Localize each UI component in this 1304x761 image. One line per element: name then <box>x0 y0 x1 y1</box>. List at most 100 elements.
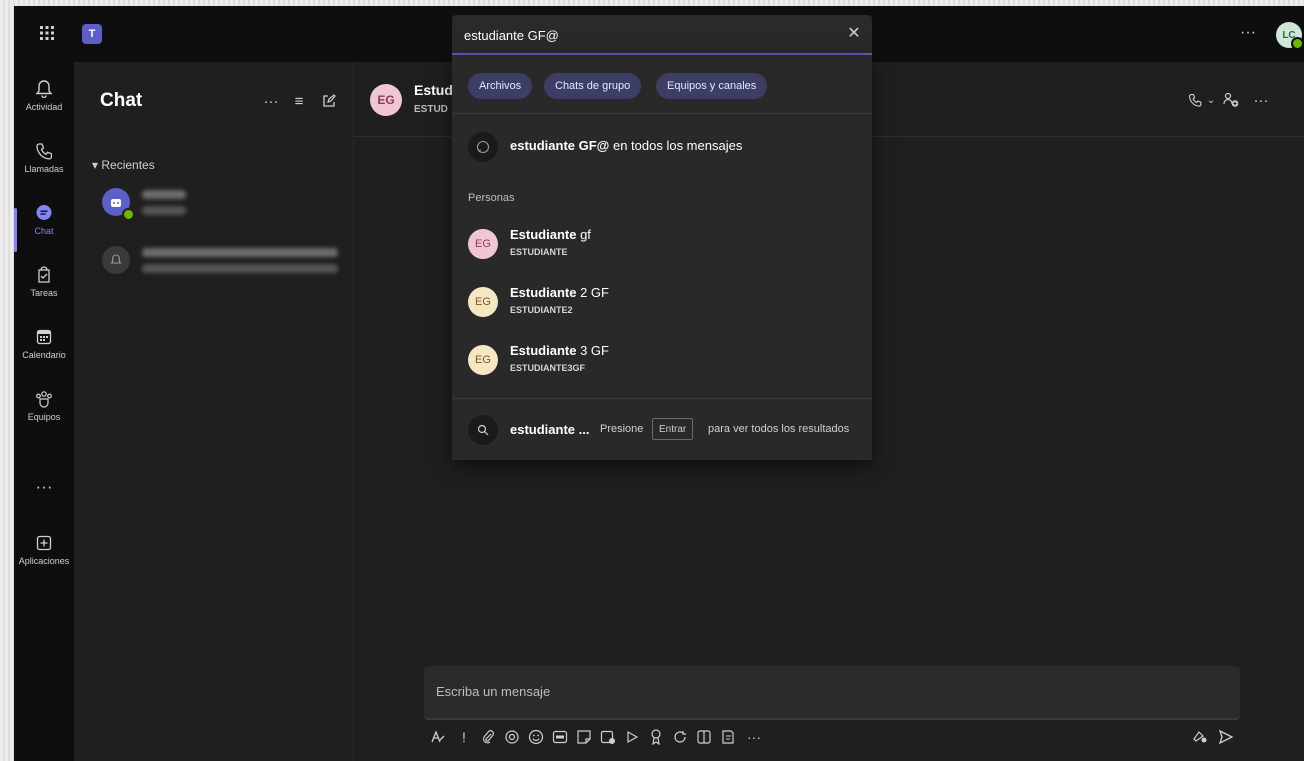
format-icon[interactable] <box>428 726 448 748</box>
filter-chip-chats-de-grupo[interactable]: Chats de grupo <box>544 73 642 99</box>
rail-label: Tareas <box>30 288 58 298</box>
person-login: ESTUDIANTE3GF <box>510 363 586 373</box>
redacted-name <box>142 190 186 199</box>
chip-label: Equipos y canales <box>667 80 757 92</box>
app-rail: Actividad Llamadas Chat Tareas Calendari… <box>14 62 74 761</box>
filter-icon[interactable]: ≡ <box>288 90 310 112</box>
search-filter-row: Archivos Chats de grupo Equipos y canale… <box>452 55 872 114</box>
filter-chip-equipos-y-canales[interactable]: Equipos y canales <box>656 73 768 99</box>
rail-label: Llamadas <box>24 164 64 174</box>
name-bold: Estudiante <box>510 343 577 358</box>
close-icon[interactable]: ✕ <box>844 23 864 43</box>
search-in-messages-row[interactable]: estudiante GF@ en todos los mensajes <box>452 125 872 169</box>
rail-item-aplicaciones[interactable]: Aplicaciones <box>14 532 74 592</box>
presence-available-icon <box>1291 37 1304 50</box>
see-all-results-row[interactable]: estudiante ... Presione Entrar para ver … <box>452 398 872 461</box>
rail-item-tareas[interactable]: Tareas <box>14 264 74 324</box>
rail-label: Aplicaciones <box>18 556 70 566</box>
add-people-icon[interactable] <box>1220 90 1242 110</box>
conversation-avatar[interactable]: EG <box>370 84 402 116</box>
chat-list-item[interactable] <box>92 240 342 284</box>
praise-icon[interactable] <box>646 726 666 748</box>
bell-icon <box>34 78 54 100</box>
person-result[interactable]: EG Estudiante 3 GF ESTUDIANTE3GF <box>452 335 872 387</box>
see-all-results-text: para ver todos los resultados <box>708 423 850 435</box>
search-box: ✕ <box>452 15 872 55</box>
redacted-preview <box>142 264 338 273</box>
rail-item-more-apps[interactable]: ··· <box>14 476 74 500</box>
press-label: Presione <box>600 423 644 435</box>
forms-icon[interactable] <box>694 726 714 748</box>
recent-section-header[interactable]: ▾ Recientes <box>92 158 155 172</box>
query-truncated: estudiante ... <box>510 422 590 437</box>
more-options-icon[interactable]: ··· <box>1250 90 1272 110</box>
person-result[interactable]: EG Estudiante 2 GF ESTUDIANTE2 <box>452 277 872 329</box>
query-bold: estudiante GF@ <box>510 138 610 153</box>
chevron-down-icon[interactable]: ⌄ <box>1206 90 1216 110</box>
chat-list-title: Chat <box>100 90 143 111</box>
calendar-icon <box>34 326 54 348</box>
rail-item-chat[interactable]: Chat <box>14 202 74 262</box>
teams-logo-letter: T <box>88 28 96 40</box>
rail-item-calendario[interactable]: Calendario <box>14 326 74 386</box>
attach-icon[interactable] <box>478 726 498 748</box>
schedule-meeting-icon[interactable] <box>598 726 618 748</box>
rail-label: Equipos <box>27 412 61 422</box>
filter-chip-archivos[interactable]: Archivos <box>468 73 533 99</box>
tasks-icon <box>34 264 54 286</box>
teams-icon <box>34 388 54 410</box>
person-result[interactable]: EG Estudiante gf ESTUDIANTE <box>452 219 872 271</box>
rail-item-equipos[interactable]: Equipos <box>14 388 74 448</box>
approvals-icon[interactable] <box>670 726 690 748</box>
person-name: Estudiante 2 GF <box>510 285 609 300</box>
call-icon[interactable] <box>1184 90 1206 110</box>
phone-icon <box>34 140 54 162</box>
loop-icon[interactable] <box>502 726 522 748</box>
settings-more-icon[interactable]: ··· <box>1236 22 1260 44</box>
dictate-icon[interactable] <box>1190 726 1210 748</box>
teams-window: T ··· LC Actividad Llamadas Chat Tareas … <box>14 6 1304 761</box>
rail-item-llamadas[interactable]: Llamadas <box>14 140 74 200</box>
avatar-initials: EG <box>475 296 491 308</box>
more-apps-icon: ··· <box>35 477 53 496</box>
redacted-preview <box>142 206 186 215</box>
onenote-icon[interactable] <box>718 726 738 748</box>
gif-icon[interactable] <box>550 726 570 748</box>
search-results-panel: Archivos Chats de grupo Equipos y canale… <box>452 55 872 460</box>
person-name: Estudiante 3 GF <box>510 343 609 358</box>
teams-logo-icon: T <box>82 24 102 44</box>
name-bold: Estudiante <box>510 285 577 300</box>
chat-list-item[interactable] <box>92 182 342 226</box>
search-input[interactable] <box>462 24 836 46</box>
composer-placeholder: Escriba un mensaje <box>436 684 551 699</box>
conversation-name: Estud <box>414 82 453 98</box>
user-avatar[interactable]: LC <box>1276 22 1304 50</box>
more-label: ··· <box>1240 24 1256 41</box>
name-rest: 2 GF <box>576 285 609 300</box>
sticker-icon[interactable] <box>574 726 594 748</box>
avatar-initials: EG <box>475 238 491 250</box>
name-rest: 3 GF <box>576 343 609 358</box>
new-chat-icon[interactable] <box>318 90 340 112</box>
person-login: ESTUDIANTE2 <box>510 305 573 315</box>
stream-icon[interactable] <box>622 726 642 748</box>
avatar-initials: EG <box>377 93 395 107</box>
message-composer[interactable]: Escriba un mensaje <box>424 666 1240 720</box>
more-glyph: ··· <box>1253 91 1269 109</box>
person-name: Estudiante gf <box>510 227 591 242</box>
app-launcher-grid-icon[interactable] <box>34 20 60 46</box>
chat-list-pane: Chat ··· ≡ ▾ Recientes <box>74 62 354 761</box>
send-icon[interactable] <box>1216 726 1236 748</box>
search-in-messages-suffix: en todos los mensajes <box>609 138 743 153</box>
presence-available-icon <box>122 208 135 221</box>
more-glyph: ··· <box>747 729 761 745</box>
chip-label: Chats de grupo <box>555 80 631 92</box>
redacted-name <box>142 248 338 257</box>
rail-item-actividad[interactable]: Actividad <box>14 78 74 138</box>
enter-key-hint: Entrar <box>652 418 694 440</box>
important-icon[interactable]: ! <box>454 726 474 748</box>
chat-more-icon[interactable]: ··· <box>260 90 282 112</box>
emoji-icon[interactable] <box>526 726 546 748</box>
search-in-messages-text: estudiante GF@ en todos los mensajes <box>510 138 742 153</box>
more-apps-icon[interactable]: ··· <box>744 726 764 748</box>
